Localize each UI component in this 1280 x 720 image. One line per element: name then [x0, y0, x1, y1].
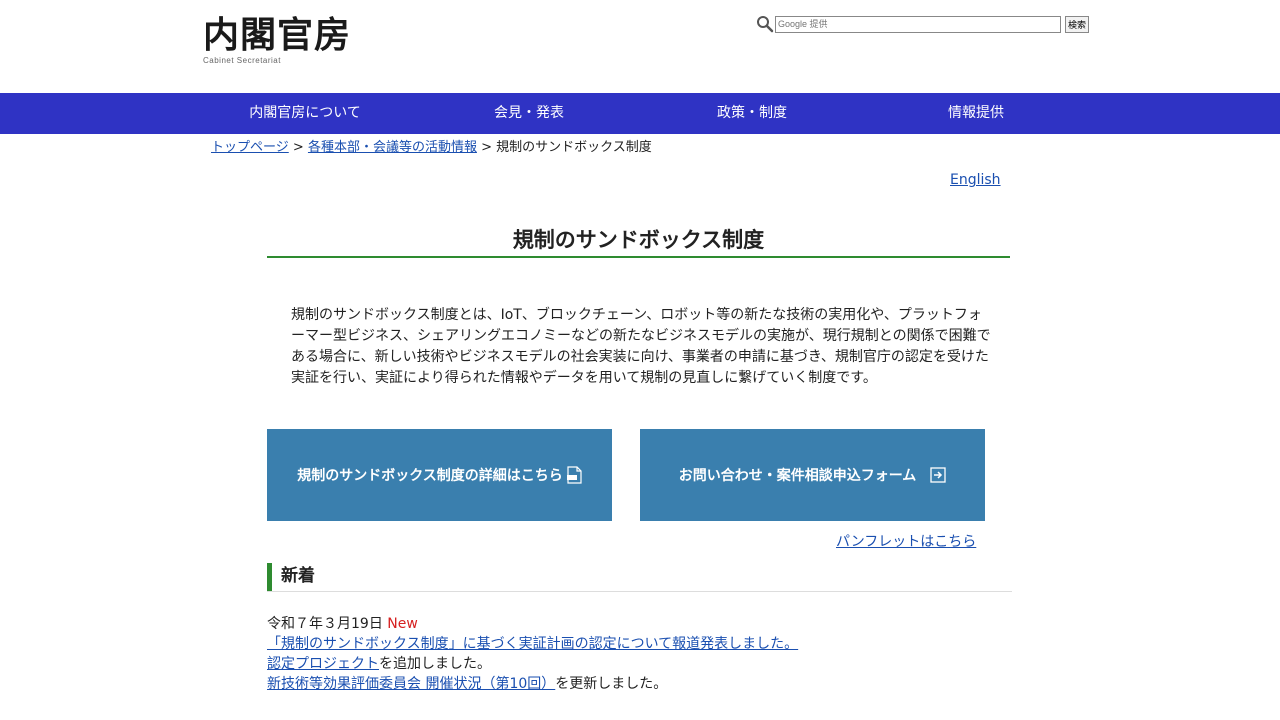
news-item-link[interactable]: 認定プロジェクト: [267, 656, 379, 672]
site-logo[interactable]: 内閣官房 Cabinet Secretariat: [203, 14, 351, 65]
search-bar: 検索: [756, 15, 1090, 33]
nav-item-policy[interactable]: 政策・制度: [652, 93, 852, 134]
nav-item-press[interactable]: 会見・発表: [429, 93, 629, 134]
breadcrumb-parent[interactable]: 各種本部・会議等の活動情報: [308, 140, 477, 155]
contact-button-label: お問い合わせ・案件相談申込フォーム: [678, 468, 917, 484]
news-item: 「規制のサンドボックス制度」に基づく実証計画の認定について報道発表しました。: [267, 634, 798, 654]
news-heading-title: 新着: [281, 566, 315, 586]
breadcrumb: トップページ > 各種本部・会議等の活動情報 > 規制のサンドボックス制度: [211, 139, 652, 157]
breadcrumb-separator: >: [481, 140, 492, 155]
news-item-link[interactable]: 新技術等効果評価委員会 開催状況（第10回）: [267, 676, 555, 692]
news-item: 認定プロジェクトを追加しました。: [267, 654, 798, 674]
news-item-text: を更新しました。: [555, 676, 668, 692]
site-header: 内閣官房 Cabinet Secretariat 検索: [0, 0, 1280, 93]
search-input[interactable]: [775, 15, 1061, 33]
news-date: 令和７年３月19日: [267, 616, 383, 632]
nav-item-info[interactable]: 情報提供: [876, 93, 1076, 134]
global-nav: 内閣官房について 会見・発表 政策・制度 情報提供: [0, 93, 1280, 134]
logo-subtitle: Cabinet Secretariat: [203, 56, 281, 65]
news-list: 令和７年３月19日 New 「規制のサンドボックス制度」に基づく実証計画の認定に…: [267, 614, 798, 694]
intro-text: 規制のサンドボックス制度とは、IoT、ブロックチェーン、ロボット等の新たな技術の…: [291, 307, 991, 386]
news-date-row: 令和７年３月19日 New: [267, 614, 798, 634]
news-item-text: を追加しました。: [379, 656, 491, 672]
new-badge: New: [387, 616, 418, 632]
details-button[interactable]: 規制のサンドボックス制度の詳細はこちら: [267, 429, 612, 521]
external-arrow-icon: [930, 467, 946, 483]
logo-text: 内閣官房: [203, 14, 352, 56]
news-heading-bar: [267, 563, 272, 591]
nav-item-about[interactable]: 内閣官房について: [205, 93, 405, 134]
breadcrumb-current: 規制のサンドボックス制度: [496, 140, 652, 155]
details-button-label: 規制のサンドボックス制度の詳細はこちら: [297, 468, 563, 484]
news-heading: 新着: [267, 563, 1012, 592]
search-button[interactable]: 検索: [1065, 15, 1090, 33]
contact-form-button[interactable]: お問い合わせ・案件相談申込フォーム: [640, 429, 985, 521]
pamphlet-link[interactable]: パンフレットはこちら: [836, 531, 976, 551]
page-title: 規制のサンドボックス制度: [267, 224, 1010, 258]
news-item: 新技術等効果評価委員会 開催状況（第10回）を更新しました。: [267, 674, 798, 694]
breadcrumb-home[interactable]: トップページ: [211, 140, 289, 155]
pdf-icon: [566, 466, 582, 484]
english-link[interactable]: English: [950, 172, 1001, 188]
news-item-link[interactable]: 「規制のサンドボックス制度」に基づく実証計画の認定について報道発表しました。: [267, 636, 798, 652]
breadcrumb-separator: >: [292, 140, 304, 155]
search-icon: [757, 16, 774, 33]
